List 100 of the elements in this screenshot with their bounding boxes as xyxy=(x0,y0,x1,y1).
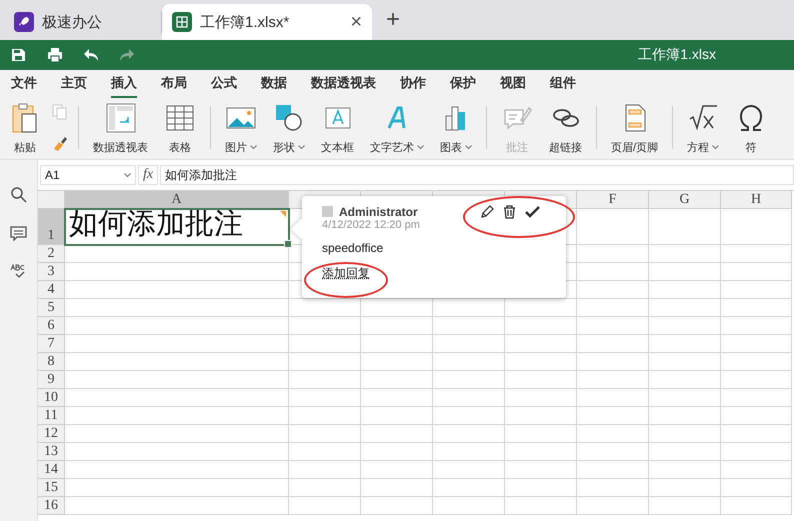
row-header[interactable]: 1 xyxy=(38,209,65,245)
browser-tab[interactable]: 工作簿1.xlsx* × xyxy=(162,4,372,40)
table-cell[interactable] xyxy=(721,443,792,461)
row-header[interactable]: 10 xyxy=(38,389,65,407)
table-cell[interactable] xyxy=(433,497,505,515)
table-cell[interactable] xyxy=(433,353,505,371)
menu-tab[interactable]: 主页 xyxy=(61,70,87,98)
table-cell[interactable] xyxy=(361,317,433,335)
table-cell[interactable] xyxy=(721,245,792,263)
table-cell[interactable] xyxy=(505,335,577,353)
table-cell[interactable] xyxy=(65,371,289,389)
table-cell[interactable] xyxy=(505,317,577,335)
table-cell[interactable] xyxy=(505,443,577,461)
table-cell[interactable] xyxy=(577,407,649,425)
row-header[interactable]: 6 xyxy=(38,317,65,335)
row-header[interactable]: 8 xyxy=(38,353,65,371)
table-cell[interactable] xyxy=(505,299,577,317)
menu-tab[interactable]: 布局 xyxy=(161,70,187,98)
formula-input[interactable]: 如何添加批注 xyxy=(160,165,794,185)
table-cell[interactable] xyxy=(361,299,433,317)
row-header[interactable]: 3 xyxy=(38,263,65,281)
table-cell[interactable] xyxy=(289,425,361,443)
menu-tab[interactable]: 数据 xyxy=(261,70,287,98)
table-cell[interactable] xyxy=(649,371,721,389)
menu-tab[interactable]: 文件 xyxy=(11,70,37,98)
table-cell[interactable] xyxy=(649,281,721,299)
row-header[interactable]: 14 xyxy=(38,461,65,479)
table-cell[interactable] xyxy=(721,209,792,245)
menu-tab[interactable]: 保护 xyxy=(450,70,476,98)
table-cell[interactable] xyxy=(361,371,433,389)
menu-tab[interactable]: 视图 xyxy=(500,70,526,98)
table-cell[interactable] xyxy=(361,479,433,497)
table-cell[interactable] xyxy=(289,461,361,479)
table-cell[interactable]: 如何添加批注 xyxy=(65,209,289,245)
table-cell[interactable] xyxy=(433,389,505,407)
ribbon-button[interactable]: 图表 xyxy=(436,102,476,159)
table-cell[interactable] xyxy=(289,479,361,497)
table-cell[interactable] xyxy=(577,209,649,245)
spellcheck-button[interactable] xyxy=(10,263,27,279)
table-cell[interactable] xyxy=(721,335,792,353)
column-header[interactable]: G xyxy=(649,191,721,209)
print-button[interactable] xyxy=(47,47,63,63)
table-cell[interactable] xyxy=(721,425,792,443)
table-cell[interactable] xyxy=(65,479,289,497)
table-cell[interactable] xyxy=(505,389,577,407)
table-cell[interactable] xyxy=(433,407,505,425)
ribbon-button[interactable]: 文本框 xyxy=(317,102,358,159)
table-cell[interactable] xyxy=(65,389,289,407)
table-cell[interactable] xyxy=(65,317,289,335)
row-header[interactable]: 12 xyxy=(38,425,65,443)
undo-button[interactable] xyxy=(83,47,99,63)
table-cell[interactable] xyxy=(721,317,792,335)
close-tab-button[interactable]: × xyxy=(350,10,362,34)
resolve-button[interactable] xyxy=(525,204,540,219)
row-header[interactable]: 2 xyxy=(38,245,65,263)
select-all-corner[interactable] xyxy=(38,191,65,209)
menu-tab[interactable]: 数据透视表 xyxy=(311,70,376,98)
table-cell[interactable] xyxy=(433,479,505,497)
edit-button[interactable] xyxy=(479,204,494,219)
table-cell[interactable] xyxy=(649,317,721,335)
table-cell[interactable] xyxy=(721,479,792,497)
table-cell[interactable] xyxy=(649,461,721,479)
table-cell[interactable] xyxy=(505,371,577,389)
table-cell[interactable] xyxy=(649,479,721,497)
row-header[interactable]: 15 xyxy=(38,479,65,497)
table-cell[interactable] xyxy=(65,497,289,515)
table-cell[interactable] xyxy=(577,245,649,263)
table-cell[interactable] xyxy=(721,299,792,317)
table-cell[interactable] xyxy=(65,299,289,317)
table-cell[interactable] xyxy=(433,299,505,317)
row-header[interactable]: 4 xyxy=(38,281,65,299)
table-cell[interactable] xyxy=(433,335,505,353)
table-cell[interactable] xyxy=(289,389,361,407)
table-cell[interactable] xyxy=(433,317,505,335)
column-header[interactable]: A xyxy=(65,191,289,209)
comments-button[interactable] xyxy=(10,225,27,241)
name-box[interactable]: A1 xyxy=(40,165,136,185)
column-header[interactable]: F xyxy=(577,191,649,209)
table-cell[interactable] xyxy=(577,281,649,299)
save-button[interactable] xyxy=(10,47,27,63)
row-header[interactable]: 13 xyxy=(38,443,65,461)
table-cell[interactable] xyxy=(577,461,649,479)
table-cell[interactable] xyxy=(65,407,289,425)
table-cell[interactable] xyxy=(649,389,721,407)
table-cell[interactable] xyxy=(361,425,433,443)
table-cell[interactable] xyxy=(577,371,649,389)
table-cell[interactable] xyxy=(721,497,792,515)
table-cell[interactable] xyxy=(721,371,792,389)
table-cell[interactable] xyxy=(65,425,289,443)
table-cell[interactable] xyxy=(721,461,792,479)
table-cell[interactable] xyxy=(433,443,505,461)
table-cell[interactable] xyxy=(505,479,577,497)
table-cell[interactable] xyxy=(721,281,792,299)
table-cell[interactable] xyxy=(65,443,289,461)
table-cell[interactable] xyxy=(361,335,433,353)
table-cell[interactable] xyxy=(649,263,721,281)
table-cell[interactable] xyxy=(505,353,577,371)
table-cell[interactable] xyxy=(65,281,289,299)
table-cell[interactable] xyxy=(577,425,649,443)
table-cell[interactable] xyxy=(433,371,505,389)
